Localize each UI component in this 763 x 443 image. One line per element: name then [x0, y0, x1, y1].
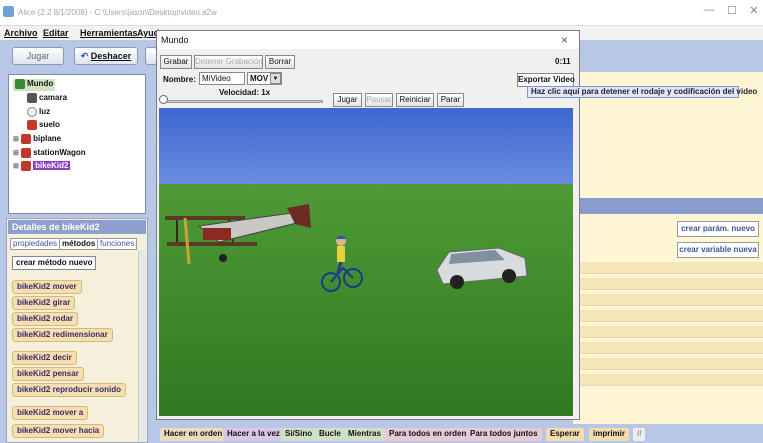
new-variable-button[interactable]: crear variable nueva — [677, 242, 759, 258]
object-icon — [27, 120, 37, 130]
editor-row — [573, 294, 763, 306]
stop-recording-button[interactable]: Detener Grabación — [194, 55, 263, 69]
export-tooltip: Haz clic aquí para detener el rodaje y c… — [527, 86, 757, 98]
tree-item-world[interactable]: Mundo — [13, 79, 56, 91]
wait-button[interactable]: Esperar — [546, 428, 584, 441]
new-method-button[interactable]: crear método nuevo — [12, 256, 97, 270]
tree-item-label: luz — [39, 107, 51, 117]
tree-item-stationwagon[interactable]: ⊞ stationWagon — [13, 148, 86, 160]
lightbulb-icon — [27, 107, 37, 117]
app-icon — [3, 6, 14, 17]
details-title: Detalles de bikeKid2 — [8, 220, 146, 234]
undo-label: Deshacer — [90, 51, 132, 61]
window-titlebar: Alice (2.2 8/1/2008) - C:\Users\jason\De… — [0, 0, 763, 26]
editor-header — [573, 198, 763, 214]
object-icon — [21, 148, 32, 158]
object-icon — [21, 161, 32, 171]
world-view — [159, 108, 573, 416]
do-in-order-button[interactable]: Hacer en orden — [160, 428, 227, 441]
expand-icon[interactable]: ⊞ — [13, 136, 19, 143]
editor-row — [573, 374, 763, 386]
dialog-close-icon[interactable]: × — [561, 33, 568, 47]
speed-slider-thumb[interactable] — [159, 95, 168, 104]
tree-root-label: Mundo — [27, 79, 54, 89]
for-all-in-order-button[interactable]: Para todos en orden — [385, 428, 471, 441]
comment-button[interactable]: // — [633, 428, 646, 441]
method-mover-a[interactable]: bikeKid2 mover a — [12, 406, 89, 420]
tab-propiedades[interactable]: propiedades — [10, 238, 61, 250]
format-value: MOV — [250, 74, 269, 83]
record-button[interactable]: Grabar — [160, 55, 192, 69]
tree-item-suelo[interactable]: suelo — [27, 120, 60, 132]
expand-icon[interactable]: ⊞ — [13, 163, 19, 170]
menu-herramientas[interactable]: Herramientas — [80, 28, 138, 38]
loop-button[interactable]: Bucle — [315, 428, 345, 441]
export-video-button[interactable]: Exportar Video — [517, 73, 575, 87]
method-mover-hacia[interactable]: bikeKid2 mover hacia — [12, 424, 105, 438]
name-field[interactable]: MiVideo — [199, 72, 245, 85]
editor-row — [573, 358, 763, 370]
editor-row — [573, 326, 763, 338]
window-title: Alice (2.2 8/1/2008) - C:\Users\jason\De… — [18, 8, 217, 17]
tree-item-label: bikeKid2 — [33, 161, 71, 171]
restart-button[interactable]: Reiniciar — [396, 93, 434, 107]
while-button[interactable]: Mientras — [344, 428, 385, 441]
speed-slider-track[interactable] — [163, 100, 323, 103]
tree-item-label: stationWagon — [33, 148, 86, 158]
name-label: Nombre: — [163, 75, 196, 84]
do-together-button[interactable]: Hacer a la vez — [223, 428, 284, 441]
expand-icon[interactable]: ⊞ — [13, 150, 19, 157]
stop-button[interactable]: Parar — [437, 93, 464, 107]
speed-label: Velocidad: 1x — [219, 88, 271, 97]
dialog-title: Mundo — [161, 35, 189, 45]
method-rodar[interactable]: bikeKid2 rodar — [12, 312, 79, 326]
menu-editar[interactable]: Editar — [43, 28, 69, 38]
editor-row — [573, 310, 763, 322]
dialog-titlebar: Mundo × — [157, 31, 579, 49]
method-redimensionar[interactable]: bikeKid2 redimensionar — [12, 328, 113, 342]
sky — [159, 108, 573, 184]
pause-button[interactable]: Pausar — [365, 93, 393, 107]
if-else-button[interactable]: Si/Sino — [281, 428, 317, 441]
undo-button[interactable]: ↶ Deshacer — [74, 47, 138, 65]
methods-scrollbar[interactable] — [138, 250, 146, 442]
tree-item-label: camara — [39, 93, 68, 103]
editor-row — [573, 278, 763, 290]
undo-icon: ↶ — [80, 51, 89, 61]
tree-item-camara[interactable]: camara — [27, 93, 67, 105]
clear-button[interactable]: Borrar — [265, 55, 295, 69]
editor-row — [573, 262, 763, 274]
play-label: Jugar — [26, 51, 50, 61]
tree-item-label: biplane — [33, 134, 62, 144]
method-mover[interactable]: bikeKid2 mover — [12, 280, 82, 294]
method-reproducir-sonido[interactable]: bikeKid2 reproducir sonido — [12, 383, 127, 397]
for-all-together-button[interactable]: Para todos juntos — [466, 428, 542, 441]
object-icon — [21, 134, 32, 144]
minimize-icon[interactable]: — — [697, 4, 721, 20]
method-pensar[interactable]: bikeKid2 pensar — [12, 367, 84, 381]
tree-item-luz[interactable]: luz — [27, 107, 50, 119]
print-button[interactable]: imprimir — [589, 428, 630, 441]
tab-funciones[interactable]: funciones — [97, 238, 138, 250]
play-button[interactable]: Jugar — [12, 47, 64, 65]
close-icon[interactable]: ✕ — [742, 4, 763, 20]
camera-icon — [27, 93, 37, 103]
tree-item-biplane[interactable]: ⊞ biplane — [13, 134, 61, 146]
object-tree: Mundo camara luz suelo ⊞ biplane ⊞ stati… — [8, 74, 146, 214]
method-decir[interactable]: bikeKid2 decir — [12, 351, 77, 365]
editor-tab-strip — [573, 44, 763, 72]
chevron-down-icon[interactable]: ▼ — [270, 73, 281, 84]
play-dialog-button[interactable]: Jugar — [333, 93, 362, 107]
elapsed-time: 0:11 — [555, 57, 571, 66]
maximize-icon[interactable]: ☐ — [720, 4, 744, 20]
new-param-button[interactable]: crear parám. nuevo — [677, 221, 759, 237]
tree-item-bikekid2[interactable]: ⊞ bikeKid2 — [13, 161, 71, 173]
tab-metodos[interactable]: métodos — [59, 238, 99, 250]
world-icon — [15, 79, 25, 89]
editor-row — [573, 342, 763, 354]
menu-archivo[interactable]: Archivo — [4, 28, 38, 38]
tree-item-label: suelo — [39, 120, 60, 130]
method-girar[interactable]: bikeKid2 girar — [12, 296, 76, 310]
